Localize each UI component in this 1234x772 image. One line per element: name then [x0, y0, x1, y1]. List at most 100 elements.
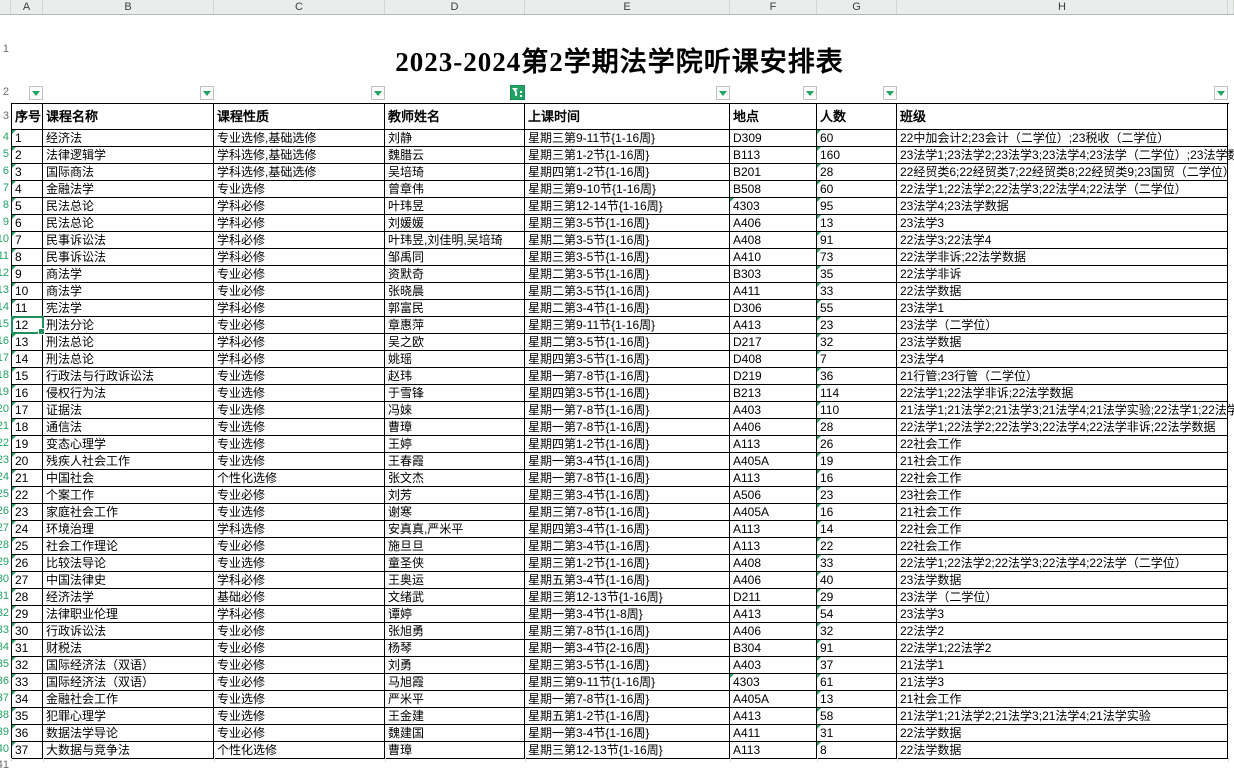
header-cell[interactable]: 教师姓名 — [385, 104, 525, 130]
column-letter[interactable]: F — [730, 0, 817, 14]
cell[interactable]: 马旭霞 — [385, 674, 525, 691]
cell[interactable]: 魏腊云 — [385, 147, 525, 164]
cell[interactable]: 星期一第7-8节{1-16周} — [525, 402, 730, 419]
cell[interactable]: 吴培琦 — [385, 164, 525, 181]
cell[interactable]: 26 — [12, 555, 43, 572]
row-number[interactable]: 7 — [0, 182, 9, 195]
column-letter[interactable]: D — [385, 0, 525, 14]
cell[interactable]: 21法学3 — [897, 674, 1228, 691]
cell[interactable]: 23社会工作 — [897, 487, 1228, 504]
cell[interactable]: 33 — [817, 555, 897, 572]
cell[interactable]: 星期二第3-5节{1-16周} — [525, 334, 730, 351]
cell[interactable]: 文绪武 — [385, 589, 525, 606]
cell[interactable]: 专业选修 — [214, 402, 385, 419]
cell[interactable]: 星期五第1-2节{1-16周} — [525, 708, 730, 725]
cell[interactable]: 曹璋 — [385, 419, 525, 436]
cell[interactable]: D306 — [730, 300, 817, 317]
cell[interactable]: 王奥运 — [385, 572, 525, 589]
cell[interactable]: 专业必修 — [214, 317, 385, 334]
cell[interactable]: A413 — [730, 708, 817, 725]
cell[interactable]: A405A — [730, 691, 817, 708]
cell[interactable]: 星期一第7-8节{1-16周} — [525, 368, 730, 385]
cell[interactable]: 22法学2 — [897, 623, 1228, 640]
row-number[interactable]: 36 — [0, 675, 9, 688]
cell[interactable]: 姚瑶 — [385, 351, 525, 368]
fill-handle[interactable] — [38, 328, 45, 335]
row-number[interactable]: 11 — [0, 250, 9, 263]
cell[interactable]: 宪法学 — [43, 300, 214, 317]
row-number[interactable]: 3 — [0, 110, 9, 123]
cell[interactable]: 星期三第9-10节{1-16周} — [525, 181, 730, 198]
row-number[interactable]: 10 — [0, 233, 9, 246]
cell[interactable]: 星期一第7-8节{1-16周} — [525, 419, 730, 436]
row-number[interactable]: 5 — [0, 148, 9, 161]
cell[interactable]: 95 — [817, 198, 897, 215]
cell[interactable]: 章惠萍 — [385, 317, 525, 334]
row-number[interactable]: 19 — [0, 386, 9, 399]
row-number[interactable]: 13 — [0, 284, 9, 297]
cell[interactable]: 61 — [817, 674, 897, 691]
cell[interactable]: B508 — [730, 181, 817, 198]
cell[interactable]: 学科必修 — [214, 232, 385, 249]
cell[interactable]: 学科选修,基础选修 — [214, 147, 385, 164]
row-number[interactable]: 39 — [0, 726, 9, 739]
cell[interactable]: 国际经济法（双语） — [43, 657, 214, 674]
filter-dropdown-button[interactable] — [371, 86, 385, 100]
cell[interactable]: 37 — [817, 657, 897, 674]
cell[interactable]: 专业必修 — [214, 487, 385, 504]
cell[interactable]: 专业选修 — [214, 504, 385, 521]
cell[interactable]: 环境治理 — [43, 521, 214, 538]
cell[interactable]: 22社会工作 — [897, 436, 1228, 453]
cell[interactable]: 22法学1;22法学2;22法学3;22法学4;22法学（二学位） — [897, 555, 1228, 572]
cell[interactable]: 专业选修 — [214, 436, 385, 453]
header-cell[interactable]: 课程性质 — [214, 104, 385, 130]
cell[interactable]: A113 — [730, 538, 817, 555]
cell[interactable]: 110 — [817, 402, 897, 419]
cell[interactable]: 22法学1;22法学2 — [897, 640, 1228, 657]
cell[interactable]: 法律职业伦理 — [43, 606, 214, 623]
cell[interactable]: 财税法 — [43, 640, 214, 657]
column-letter[interactable]: B — [43, 0, 214, 14]
cell[interactable]: 行政法与行政诉讼法 — [43, 368, 214, 385]
cell[interactable]: 4 — [12, 181, 43, 198]
cell[interactable]: 18 — [12, 419, 43, 436]
sheet-title[interactable]: 2023-2024第2学期法学院听课安排表 — [11, 40, 1228, 79]
cell[interactable]: 学科必修 — [214, 334, 385, 351]
row-number[interactable]: 28 — [0, 539, 9, 552]
cell[interactable]: 金融社会工作 — [43, 691, 214, 708]
cell[interactable]: 8 — [12, 249, 43, 266]
cell[interactable]: 7 — [12, 232, 43, 249]
row-number[interactable]: 26 — [0, 505, 9, 518]
cell[interactable]: 22法学1;22法学2;22法学3;22法学4;22法学（二学位） — [897, 181, 1228, 198]
cell[interactable]: 22社会工作 — [897, 538, 1228, 555]
cell[interactable]: 22法学1;22法学非诉;22法学数据 — [897, 385, 1228, 402]
filter-funnel-button-active[interactable] — [510, 85, 525, 100]
cell[interactable]: 赵玮 — [385, 368, 525, 385]
row-number[interactable]: 41 — [0, 759, 9, 772]
cell[interactable]: B213 — [730, 385, 817, 402]
cell[interactable]: 刘芳 — [385, 487, 525, 504]
cell[interactable]: 刘媛媛 — [385, 215, 525, 232]
cell[interactable]: 21 — [12, 470, 43, 487]
cell[interactable]: 22社会工作 — [897, 470, 1228, 487]
cell[interactable]: 星期四第3-4节{1-16周} — [525, 521, 730, 538]
cell[interactable]: 23法学1 — [897, 300, 1228, 317]
cell[interactable]: 学科必修 — [214, 215, 385, 232]
cell[interactable]: 星期三第7-8节{1-16周} — [525, 504, 730, 521]
cell[interactable]: 学科必修 — [214, 249, 385, 266]
cell[interactable]: 学科必修 — [214, 351, 385, 368]
cell[interactable]: 4303 — [730, 198, 817, 215]
row-number[interactable]: 27 — [0, 522, 9, 535]
cell[interactable]: 16 — [817, 504, 897, 521]
cell[interactable]: 比较法导论 — [43, 555, 214, 572]
cell[interactable]: 30 — [12, 623, 43, 640]
cell[interactable]: 22法学1;22法学2;22法学3;22法学4;22法学非诉;22法学数据 — [897, 419, 1228, 436]
cell[interactable]: 通信法 — [43, 419, 214, 436]
cell[interactable]: 曾章伟 — [385, 181, 525, 198]
row-number[interactable]: 37 — [0, 692, 9, 705]
cell[interactable]: 6 — [12, 215, 43, 232]
cell[interactable]: 金融法学 — [43, 181, 214, 198]
row-number[interactable]: 22 — [0, 437, 9, 450]
cell[interactable]: 28 — [817, 419, 897, 436]
cell[interactable]: A410 — [730, 249, 817, 266]
